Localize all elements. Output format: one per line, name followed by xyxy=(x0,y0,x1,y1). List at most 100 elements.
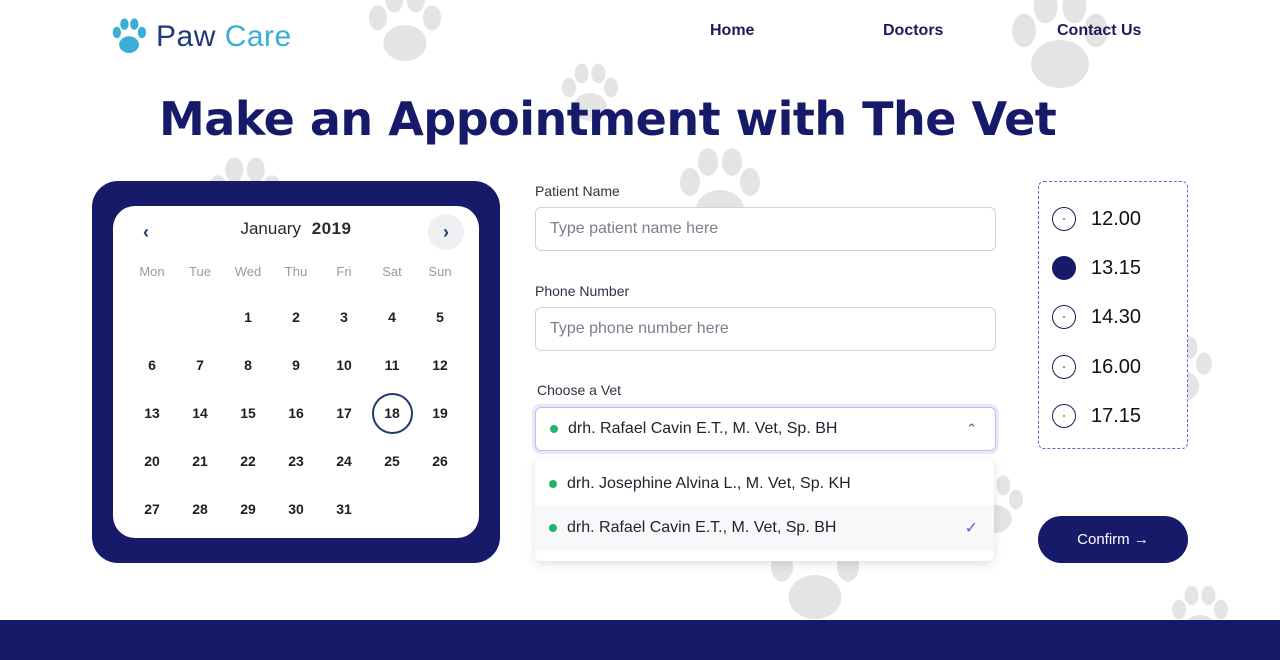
calendar-day-number: 31 xyxy=(336,501,352,517)
time-slot-option[interactable]: 13.15 xyxy=(1052,256,1141,280)
nav-home[interactable]: Home xyxy=(710,22,754,40)
vet-option-label: drh. Josephine Alvina L., M. Vet, Sp. KH xyxy=(567,475,851,492)
calendar-day[interactable]: 24 xyxy=(320,437,368,485)
confirm-button[interactable]: Confirm → xyxy=(1038,516,1188,563)
radio-button[interactable] xyxy=(1052,207,1076,231)
chevron-up-icon: ⌃ xyxy=(966,421,977,436)
vet-option[interactable]: drh. Josephine Alvina L., M. Vet, Sp. KH xyxy=(535,462,994,506)
calendar-day-number: 24 xyxy=(336,453,352,469)
calendar-day-number: 21 xyxy=(192,453,208,469)
patient-name-label: Patient Name xyxy=(535,183,620,199)
calendar-day[interactable]: 1 xyxy=(224,293,272,341)
chevron-right-icon: › xyxy=(443,221,449,242)
calendar-day-number: 26 xyxy=(432,453,448,469)
vet-option-label: drh. Rafael Cavin E.T., M. Vet, Sp. BH xyxy=(567,519,837,536)
radio-button[interactable] xyxy=(1052,305,1076,329)
calendar-day[interactable]: 5 xyxy=(416,293,464,341)
calendar-day-number: 7 xyxy=(196,357,204,373)
calendar-day-number: 1 xyxy=(244,309,252,325)
calendar-day[interactable]: 7 xyxy=(176,341,224,389)
radio-button[interactable] xyxy=(1052,355,1076,379)
logo-paw-icon xyxy=(112,18,147,53)
time-slot-option[interactable]: 16.00 xyxy=(1052,355,1141,379)
calendar: ‹ January 2019 › Mon Tue Wed Thu Fri Sat Sun 1… xyxy=(113,206,479,538)
calendar-day[interactable]: 3 xyxy=(320,293,368,341)
logo-word-care: Care xyxy=(224,20,292,53)
calendar-day[interactable]: 6 xyxy=(128,341,176,389)
calendar-day-number: 8 xyxy=(244,357,252,373)
calendar-day-number: 4 xyxy=(388,309,396,325)
calendar-day[interactable]: 25 xyxy=(368,437,416,485)
calendar-day-number: 28 xyxy=(192,501,208,517)
calendar-day-number: 29 xyxy=(240,501,256,517)
calendar-day-number: 22 xyxy=(240,453,256,469)
calendar-empty-cell xyxy=(128,293,176,341)
calendar-day-number: 5 xyxy=(436,309,444,325)
calendar-day[interactable]: 14 xyxy=(176,389,224,437)
calendar-day[interactable]: 8 xyxy=(224,341,272,389)
weekday-label: Sun xyxy=(428,264,452,279)
patient-name-input[interactable] xyxy=(535,207,996,251)
radio-button-selected[interactable] xyxy=(1052,256,1076,280)
calendar-day[interactable]: 16 xyxy=(272,389,320,437)
calendar-day[interactable]: 13 xyxy=(128,389,176,437)
calendar-month: January xyxy=(240,219,301,238)
calendar-day[interactable]: 22 xyxy=(224,437,272,485)
time-slot-option[interactable]: 14.30 xyxy=(1052,305,1141,329)
calendar-day-number: 9 xyxy=(292,357,300,373)
calendar-day-number: 18 xyxy=(371,392,413,434)
calendar-day[interactable]: 11 xyxy=(368,341,416,389)
calendar-next-button[interactable]: › xyxy=(428,214,464,250)
vet-option-selected[interactable]: drh. Rafael Cavin E.T., M. Vet, Sp. BH ✓ xyxy=(535,506,994,550)
time-slot-label: 14.30 xyxy=(1091,305,1142,328)
calendar-day[interactable]: 26 xyxy=(416,437,464,485)
calendar-day[interactable]: 19 xyxy=(416,389,464,437)
calendar-day[interactable]: 2 xyxy=(272,293,320,341)
calendar-day[interactable]: 27 xyxy=(128,485,176,533)
phone-number-input[interactable] xyxy=(535,307,996,351)
calendar-frame: ‹ January 2019 › Mon Tue Wed Thu Fri Sat Sun 1… xyxy=(92,181,500,563)
paw-print-icon xyxy=(369,0,441,61)
calendar-day[interactable]: 21 xyxy=(176,437,224,485)
calendar-day-number: 10 xyxy=(336,357,352,373)
weekday-label: Mon xyxy=(139,264,165,279)
calendar-day[interactable]: 17 xyxy=(320,389,368,437)
radio-button[interactable] xyxy=(1052,404,1076,428)
status-dot xyxy=(550,425,558,433)
calendar-day-number: 6 xyxy=(148,357,156,373)
calendar-day-number: 23 xyxy=(288,453,304,469)
calendar-day[interactable]: 23 xyxy=(272,437,320,485)
calendar-day[interactable]: 28 xyxy=(176,485,224,533)
calendar-day-number: 17 xyxy=(336,405,352,421)
calendar-day-number: 11 xyxy=(384,357,400,373)
calendar-day[interactable]: 12 xyxy=(416,341,464,389)
calendar-day-grid: 1 2 3 4 5 6 7 8 9 10 11 12 13 14 15 16 17 18 19 20 21 22 23 24 2… xyxy=(128,293,464,533)
weekday-label: Sat xyxy=(382,264,402,279)
calendar-day[interactable]: 9 xyxy=(272,341,320,389)
vet-select[interactable]: drh. Rafael Cavin E.T., M. Vet, Sp. BH ⌃ xyxy=(535,407,996,451)
calendar-month-title: January 2019 xyxy=(113,219,479,239)
nav-contact-us[interactable]: Contact Us xyxy=(1057,22,1141,40)
calendar-day[interactable]: 10 xyxy=(320,341,368,389)
logo[interactable]: Paw Care xyxy=(110,18,292,56)
calendar-day[interactable]: 4 xyxy=(368,293,416,341)
time-slot-option[interactable]: 12.00 xyxy=(1052,207,1141,231)
weekday-label: Thu xyxy=(284,264,308,279)
paw-print-icon xyxy=(1012,0,1108,88)
page-title: Make an Appointment with The Vet xyxy=(159,92,1057,146)
time-slot-option[interactable]: 17.15 xyxy=(1052,404,1141,428)
calendar-day[interactable]: 31 xyxy=(320,485,368,533)
calendar-day-number: 19 xyxy=(432,405,448,421)
calendar-day-number: 3 xyxy=(340,309,348,325)
calendar-day[interactable]: 20 xyxy=(128,437,176,485)
footer-bar xyxy=(0,620,1280,660)
calendar-day-number: 15 xyxy=(240,405,256,421)
weekday-label: Tue xyxy=(189,264,211,279)
calendar-day[interactable]: 30 xyxy=(272,485,320,533)
calendar-weekday-header: Mon Tue Wed Thu Fri Sat Sun xyxy=(128,264,464,279)
nav-doctors[interactable]: Doctors xyxy=(883,22,943,40)
calendar-day-selected[interactable]: 18 xyxy=(368,389,416,437)
calendar-day[interactable]: 29 xyxy=(224,485,272,533)
calendar-day[interactable]: 15 xyxy=(224,389,272,437)
calendar-year: 2019 xyxy=(311,219,352,238)
